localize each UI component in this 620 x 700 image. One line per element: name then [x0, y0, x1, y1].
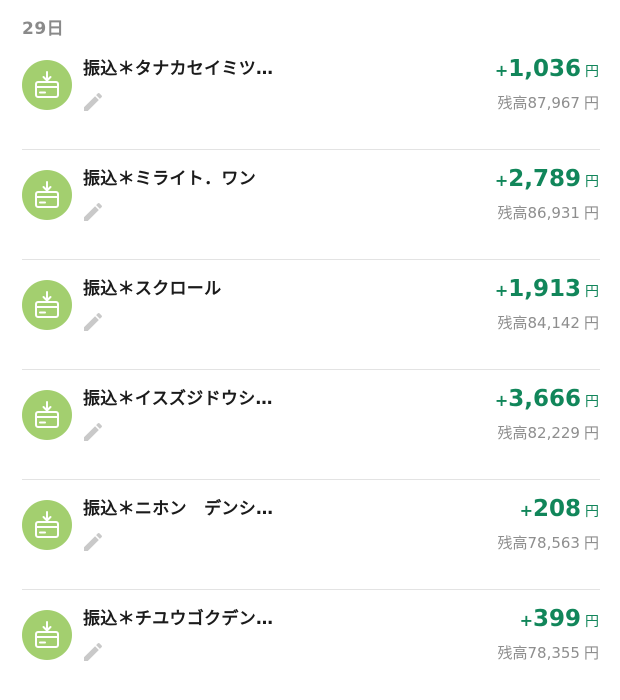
balance-value: 残高86,931: [497, 204, 580, 222]
amount-value: 208: [532, 496, 581, 522]
transaction-amount: +3,666 円: [495, 386, 599, 412]
balance-value: 残高84,142: [497, 314, 580, 332]
pencil-icon[interactable]: [81, 640, 105, 664]
transaction-row[interactable]: 振込＊スクロール +1,913 円 残高84,142 円: [0, 260, 620, 370]
balance-value: 残高78,355: [497, 644, 580, 662]
pencil-icon[interactable]: [81, 420, 105, 444]
balance-unit: 円: [583, 424, 599, 442]
transaction-row[interactable]: 振込＊ミライト．ワン +2,789 円 残高86,931 円: [0, 150, 620, 260]
amount-sign: +: [494, 61, 509, 80]
balance-value: 残高87,967: [497, 94, 580, 112]
transaction-description: 振込＊タナカセイミツ…: [83, 59, 274, 79]
transaction-description: 振込＊ニホン デンシ…: [83, 499, 274, 519]
amount-unit: 円: [585, 614, 599, 630]
transaction-amount: +1,913 円: [495, 276, 599, 302]
pencil-icon[interactable]: [81, 310, 105, 334]
amount-unit: 円: [585, 504, 599, 520]
balance-text: 残高82,229 円: [497, 422, 599, 443]
transaction-list: 振込＊タナカセイミツ… +1,036 円 残高87,967 円 振込＊ミライト．ワン…: [0, 40, 620, 700]
balance-text: 残高86,931 円: [497, 202, 599, 223]
amount-value: 3,666: [508, 386, 581, 412]
transaction-row[interactable]: 振込＊イスズジドウシ… +3,666 円 残高82,229 円: [0, 370, 620, 480]
balance-unit: 円: [583, 644, 599, 662]
transaction-amount: +2,789 円: [495, 166, 599, 192]
balance-text: 残高78,355 円: [497, 642, 599, 663]
transaction-description: 振込＊ミライト．ワン: [83, 169, 256, 189]
amount-sign: +: [519, 611, 533, 630]
amount-unit: 円: [585, 394, 599, 410]
balance-text: 残高87,967 円: [497, 92, 599, 113]
date-header: 29日: [22, 19, 65, 39]
pencil-icon[interactable]: [81, 200, 105, 224]
balance-value: 残高82,229: [497, 424, 580, 442]
amount-sign: +: [494, 281, 509, 300]
balance-text: 残高78,563 円: [497, 532, 599, 553]
transaction-amount: +208 円: [520, 496, 599, 522]
transaction-row[interactable]: 振込＊チユウゴクデン… +399 円 残高78,355 円: [0, 590, 620, 700]
balance-unit: 円: [583, 534, 599, 552]
amount-unit: 円: [585, 64, 599, 80]
balance-unit: 円: [583, 204, 599, 222]
amount-value: 2,789: [508, 166, 581, 192]
transaction-amount: +1,036 円: [495, 56, 599, 82]
pencil-icon[interactable]: [81, 530, 105, 554]
amount-value: 1,036: [508, 56, 581, 82]
amount-sign: +: [494, 171, 509, 190]
transaction-amount: +399 円: [520, 606, 599, 632]
amount-value: 1,913: [508, 276, 581, 302]
amount-sign: +: [494, 391, 509, 410]
amount-value: 399: [532, 606, 581, 632]
deposit-card-icon: [22, 610, 72, 660]
balance-value: 残高78,563: [497, 534, 580, 552]
deposit-card-icon: [22, 280, 72, 330]
balance-text: 残高84,142 円: [497, 312, 599, 333]
transaction-row[interactable]: 振込＊タナカセイミツ… +1,036 円 残高87,967 円: [0, 40, 620, 150]
transaction-description: 振込＊スクロール: [83, 279, 222, 299]
deposit-card-icon: [22, 170, 72, 220]
deposit-card-icon: [22, 390, 72, 440]
deposit-card-icon: [22, 60, 72, 110]
amount-unit: 円: [585, 284, 599, 300]
pencil-icon[interactable]: [81, 90, 105, 114]
amount-sign: +: [519, 501, 533, 520]
balance-unit: 円: [583, 314, 599, 332]
transaction-description: 振込＊チユウゴクデン…: [83, 609, 274, 629]
balance-unit: 円: [583, 94, 599, 112]
deposit-card-icon: [22, 500, 72, 550]
transaction-row[interactable]: 振込＊ニホン デンシ… +208 円 残高78,563 円: [0, 480, 620, 590]
transaction-description: 振込＊イスズジドウシ…: [83, 389, 273, 409]
amount-unit: 円: [585, 174, 599, 190]
